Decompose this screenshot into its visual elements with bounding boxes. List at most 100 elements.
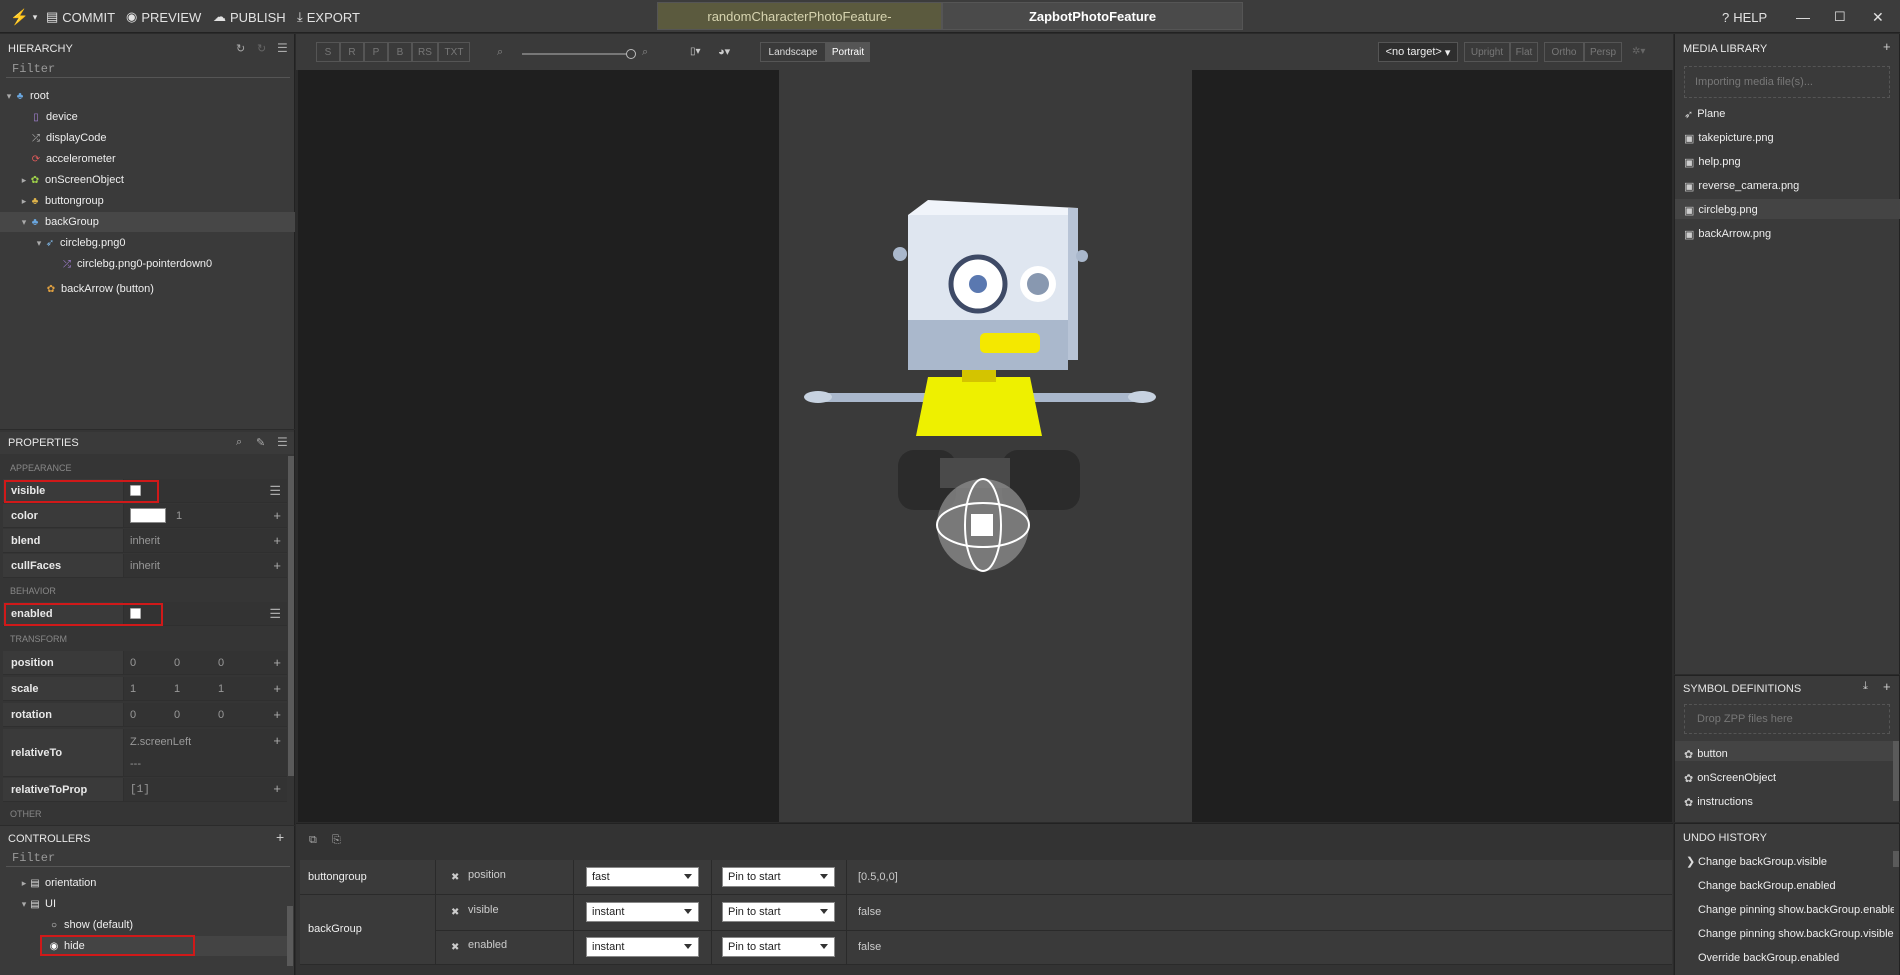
plus-icon[interactable]: + (273, 655, 281, 670)
symbol-item-onscreenobject[interactable]: ✿ onScreenObject (1684, 768, 1776, 788)
symbol-drop-zone[interactable]: Drop ZPP files here (1684, 704, 1890, 734)
tool-s[interactable]: S (316, 42, 340, 62)
media-item-reverse-camera[interactable]: ▣ reverse_camera.png (1684, 176, 1799, 196)
chevron-down-icon[interactable]: ▾ (4, 91, 14, 102)
controller-ui[interactable]: ▾ ▤ UI (19, 894, 56, 914)
chevron-right-icon[interactable]: ▸ (19, 196, 29, 207)
pin-select-enabled[interactable]: Pin to start (722, 937, 835, 957)
tree-item-buttongroup[interactable]: ▸ ♣ buttongroup (19, 191, 104, 211)
view-upright[interactable]: Upright (1464, 42, 1510, 62)
symbol-item-button[interactable]: ✿ button (1684, 744, 1728, 764)
ease-select-enabled[interactable]: instant (586, 937, 699, 957)
view-flat[interactable]: Flat (1510, 42, 1538, 62)
export-button[interactable]: ⤓ EXPORT (297, 8, 360, 26)
pencil-icon[interactable]: ✎ (256, 436, 265, 449)
tool-rs[interactable]: RS (412, 42, 438, 62)
publish-button[interactable]: ☁ PUBLISH (213, 8, 286, 26)
tree-item-onscreenobject[interactable]: ▸ ✿ onScreenObject (19, 170, 124, 190)
maximize-button[interactable]: ☐ (1834, 8, 1846, 26)
ease-select-position[interactable]: fast (586, 867, 699, 887)
copy-icon[interactable]: ⧉ (309, 834, 317, 847)
pin-select-visible[interactable]: Pin to start (722, 902, 835, 922)
zoom-slider-track[interactable] (522, 53, 630, 55)
tree-item-backgroup[interactable]: ▾ ♣ backGroup (19, 212, 99, 232)
timeline-value-visible[interactable]: false (858, 906, 881, 918)
tool-p[interactable]: P (364, 42, 388, 62)
timeline-value-position[interactable]: [0.5,0,0] (858, 871, 898, 883)
tree-item-device[interactable]: ▯ device (30, 107, 78, 127)
media-item-takepicture[interactable]: ▣ takepicture.png (1684, 128, 1774, 148)
commit-button[interactable]: ▤ COMMIT (46, 8, 115, 26)
controller-orientation[interactable]: ▸ ▤ orientation (19, 873, 97, 893)
robot-model[interactable] (790, 200, 1170, 580)
undo-scrollbar[interactable] (1893, 851, 1899, 867)
controllers-filter[interactable]: Filter (6, 851, 290, 867)
state-show-default[interactable]: ○ show (default) (48, 915, 133, 935)
remove-icon[interactable]: ✖ (451, 907, 459, 918)
preview-button[interactable]: ◉ PREVIEW (126, 8, 201, 26)
properties-scrollbar[interactable] (288, 456, 294, 776)
plus-icon[interactable]: + (273, 782, 281, 797)
chevron-down-icon[interactable]: ▾ (34, 238, 44, 249)
tree-item-root[interactable]: ▾ ♣ root (4, 86, 49, 106)
undo-item[interactable]: Change backGroup.visible (1698, 856, 1827, 868)
undo-item[interactable]: Change pinning show.backGroup.enabled (1698, 904, 1894, 916)
view-persp[interactable]: Persp (1584, 42, 1622, 62)
undo-item[interactable]: Change backGroup.enabled (1698, 880, 1836, 892)
zoom-in-icon[interactable]: ⌕ (642, 46, 648, 59)
remove-icon[interactable]: ✖ (451, 872, 459, 883)
chevron-down-icon[interactable]: ▾ (19, 899, 29, 910)
menu-icon[interactable]: ☰ (277, 41, 288, 55)
ease-select-visible[interactable]: instant (586, 902, 699, 922)
close-button[interactable]: ✕ (1872, 8, 1884, 26)
list-icon[interactable]: ☰ (269, 483, 281, 499)
symbol-scrollbar[interactable] (1893, 741, 1899, 801)
zoom-slider-handle[interactable] (626, 49, 636, 59)
media-drop-zone[interactable]: Importing media file(s)... (1684, 66, 1890, 98)
plus-icon[interactable]: + (273, 508, 281, 523)
pin-select-position[interactable]: Pin to start (722, 867, 835, 887)
landscape-button[interactable]: Landscape (760, 42, 826, 62)
plus-icon[interactable]: + (273, 558, 281, 573)
chevron-down-icon[interactable]: ▾ (19, 217, 29, 228)
plus-icon[interactable]: + (273, 707, 281, 722)
tool-txt[interactable]: TXT (438, 42, 470, 62)
media-item-plane[interactable]: ➶ Plane (1684, 104, 1725, 124)
target-select[interactable]: <no target> ▾ (1378, 42, 1458, 62)
tab-random-character[interactable]: randomCharacterPhotoFeature- (657, 2, 942, 30)
tree-item-circlebg[interactable]: ▾ ➶ circlebg.png0 (34, 233, 126, 253)
tool-r[interactable]: R (340, 42, 364, 62)
media-item-circlebg[interactable]: ▣ circlebg.png (1684, 200, 1758, 220)
tree-item-accelerometer[interactable]: ⟳ accelerometer (30, 149, 116, 169)
view-ortho[interactable]: Ortho (1544, 42, 1584, 62)
plus-icon[interactable]: + (273, 733, 281, 748)
zoom-out-icon[interactable]: ⌕ (497, 46, 503, 59)
tool-b[interactable]: B (388, 42, 412, 62)
add-media-button[interactable]: + (1883, 39, 1891, 54)
controllers-scrollbar[interactable] (287, 906, 293, 966)
plus-icon[interactable]: + (273, 533, 281, 548)
symbol-item-instructions[interactable]: ✿ instructions (1684, 792, 1753, 812)
add-controller-button[interactable]: + (276, 829, 284, 845)
tree-item-backarrow[interactable]: ✿ backArrow (button) (45, 279, 154, 299)
media-item-backarrow[interactable]: ▣ backArrow.png (1684, 224, 1771, 244)
add-symbol-button[interactable]: + (1883, 679, 1891, 694)
undo-item[interactable]: Override backGroup.enabled (1698, 952, 1839, 964)
help-button[interactable]: ? HELP (1722, 8, 1767, 26)
settings-icon[interactable]: ✲▾ (1632, 46, 1645, 57)
chevron-right-icon[interactable]: ▸ (19, 878, 29, 889)
list-icon[interactable]: ☰ (269, 606, 281, 622)
color-swatch[interactable] (130, 508, 166, 523)
media-item-help[interactable]: ▣ help.png (1684, 152, 1741, 172)
zap-logo-menu[interactable]: ⚡ ▾ (10, 8, 37, 26)
tab-zapbot[interactable]: ZapbotPhotoFeature (942, 2, 1243, 30)
search-icon[interactable]: ⌕ (236, 436, 242, 449)
plus-icon[interactable]: + (273, 681, 281, 696)
tree-item-pointerdown[interactable]: ⤮ circlebg.png0-pointerdown0 (61, 254, 212, 274)
import-icon[interactable]: ⤓ (1863, 680, 1868, 693)
refresh-icon[interactable]: ↻ (236, 42, 245, 55)
globe-select-icon[interactable]: ◕▾ (718, 45, 730, 58)
chevron-right-icon[interactable]: ▸ (19, 175, 29, 186)
redo-icon[interactable]: ↻ (257, 42, 266, 55)
device-select-icon[interactable]: ▯▾ (690, 46, 701, 57)
